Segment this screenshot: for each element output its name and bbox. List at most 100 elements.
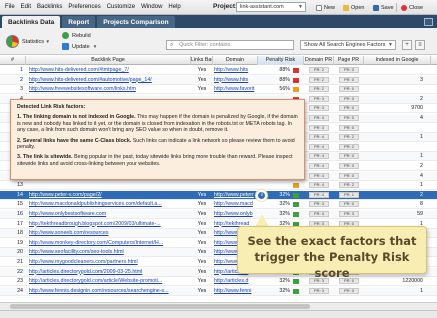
column-header-page-pr[interactable]: Page PR	[334, 56, 364, 65]
domain-pr-badge: PR: 4	[309, 172, 329, 179]
backlink-page-link[interactable]: http://tekthreadbrough.blogspot.com/2009…	[29, 220, 189, 229]
domain-pr-badge: PR: 3	[309, 105, 329, 112]
statistics-button[interactable]: Statistics ▼	[22, 39, 50, 45]
rebuild-icon	[62, 32, 69, 39]
add-factor-button[interactable]: +	[402, 40, 412, 50]
backlink-page-link[interactable]: http://articles.directorygold.com/2009-0…	[29, 268, 189, 277]
column-header-number[interactable]: #	[0, 56, 26, 65]
chevron-down-icon: ▼	[388, 42, 393, 48]
row-number: 2	[20, 76, 23, 83]
domain-pr-badge: PR: 4	[309, 153, 329, 160]
backlink-page-link[interactable]: http://www.hits-delivered.com/#tmtpage_7…	[29, 66, 189, 75]
statistics-label: Statistics	[22, 39, 45, 45]
indexed-in-google-value	[364, 143, 427, 152]
scrollbar-thumb[interactable]	[10, 304, 310, 309]
backlink-page-link[interactable]: http://www.freewebsitesoftware.com/links…	[29, 85, 189, 94]
domain-link[interactable]: http://www.hits	[214, 66, 256, 75]
backlink-page-link[interactable]: http://www.mygoodcleaners.com/partners.h…	[29, 258, 189, 267]
page-pr-badge: PR: 0	[339, 86, 359, 93]
table-row[interactable]: 14 http://www.peter-v.com/page/2/Yes http:…	[0, 190, 437, 200]
tab-report[interactable]: Report	[62, 16, 96, 28]
domain-link[interactable]	[214, 181, 256, 190]
folder-icon	[343, 4, 349, 11]
domain-pr-badge: PR: 4	[309, 143, 329, 150]
project-select-value: link-assistant.com	[240, 4, 284, 10]
row-number: 24	[17, 287, 23, 294]
backlink-page-link[interactable]: http://www.macdonaldpublishingservices.c…	[29, 200, 189, 209]
backlink-page-link[interactable]	[29, 181, 189, 190]
indexed-in-google-value: 1	[420, 134, 423, 141]
links-back-value: Yes	[197, 220, 207, 227]
table-row[interactable]: 24 http://www.fennis.designin.com/resourc…	[0, 286, 437, 296]
maximize-icon[interactable]	[424, 18, 433, 26]
domain-link[interactable]: http://www.favorit	[214, 85, 256, 94]
table-row[interactable]: 1 http://www.hits-delivered.com/#tmtpage_…	[0, 66, 437, 75]
column-header-indexed-in-google[interactable]: Indexed in Google	[364, 56, 431, 65]
risk-level-indicator	[293, 288, 299, 294]
update-button[interactable]: Update ▼	[62, 43, 97, 50]
row-number: 17	[17, 220, 23, 227]
rebuild-button[interactable]: Rebuild	[62, 32, 91, 39]
tab-bar: Backlinks Data Report Projects Compariso…	[0, 15, 437, 28]
domain-link[interactable]: http://www.peterr	[214, 191, 256, 200]
column-header-domain[interactable]: Domain	[213, 56, 258, 65]
table-row[interactable]: 15 http://www.macdonaldpublishingservices…	[0, 200, 437, 210]
menu-item-window[interactable]: Window	[138, 4, 165, 10]
risk-factor-1-title: 1. The linking domain is not indexed in …	[17, 114, 136, 121]
tab-backlinks-data[interactable]: Backlinks Data	[2, 16, 61, 28]
menu-item-backlinks[interactable]: Backlinks	[34, 4, 65, 10]
new-button[interactable]: New	[316, 3, 335, 12]
domain-link[interactable]: http://www.hits	[214, 76, 256, 85]
table-row[interactable]: 16 http://www.onlybestsoftware.com Yes http…	[0, 210, 437, 219]
risk-factor-3-title: 3. The link is sitewide.	[17, 154, 73, 161]
page-pr-badge: PR: 0	[339, 105, 359, 112]
chevron-down-icon: ▼	[45, 39, 51, 44]
links-back-value	[193, 181, 211, 190]
column-header-backlink-page[interactable]: Backlink Page	[26, 56, 191, 65]
column-header-penalty-risk[interactable]: Penalty Risk	[258, 56, 304, 65]
column-header-links-back[interactable]: Links Back	[191, 56, 213, 65]
menu-item-preferences[interactable]: Preferences	[65, 4, 103, 10]
menu-item-customize[interactable]: Customize	[104, 4, 138, 10]
backlink-page-link[interactable]: http://www.peter-v.com/page/2/	[29, 191, 189, 200]
backlink-page-link[interactable]: http://www.fennis.designin.com/resources…	[29, 287, 189, 296]
domain-link[interactable]: http://www.onlyb	[214, 210, 256, 219]
quick-filter-input[interactable]: ⌕ Quick Filter: contains	[166, 40, 294, 50]
backlink-page-link[interactable]: http://www.onlybestsoftware.com	[29, 210, 189, 219]
backlink-page-link[interactable]: http://www.seofacility.com/seo-tools.htm…	[29, 248, 189, 257]
callout-line-2: trigger the Penalty Risk score	[254, 250, 410, 280]
open-button[interactable]: Open	[343, 3, 364, 12]
domain-link[interactable]: http://www.fenni	[214, 287, 256, 296]
rebuild-label: Rebuild	[72, 32, 91, 39]
callout-line-1: See the exact factors that	[247, 234, 417, 248]
indexed-in-google-value	[364, 66, 427, 75]
save-button[interactable]: Save	[373, 3, 394, 12]
statistics-pie-icon[interactable]	[6, 35, 19, 48]
close-button[interactable]: Close	[401, 3, 423, 12]
backlink-page-link[interactable]: http://articles.directorygold.com/articl…	[29, 277, 189, 286]
menu-item-file[interactable]: File	[0, 4, 18, 10]
backlink-page-link[interactable]: http://www.hits-delivered.com/#automotiv…	[29, 76, 189, 85]
menu-item-edit[interactable]: Edit	[18, 4, 34, 10]
table-row[interactable]: 2 http://www.hits-delivered.com/#automoti…	[0, 75, 437, 85]
tab-projects-comparison[interactable]: Projects Comparison	[97, 16, 175, 28]
domain-link[interactable]: http://www.macd	[214, 200, 256, 209]
update-label: Update	[72, 43, 90, 50]
project-select[interactable]: link-assistant.com ▼	[236, 2, 306, 12]
page-pr-badge: PR: 0	[339, 163, 359, 169]
risk-level-indicator	[293, 183, 299, 189]
risk-level-indicator	[293, 202, 299, 208]
backlink-page-link[interactable]: http://www.monkey-directory.com/Computer…	[29, 239, 189, 248]
columns-settings-button[interactable]: ≡	[415, 40, 425, 50]
column-header-domain-pr[interactable]: Domain PR	[304, 56, 334, 65]
links-back-value: Yes	[197, 86, 207, 93]
domain-pr-badge: PR: 4	[309, 191, 329, 198]
page-pr-badge: PR: 0	[339, 124, 359, 131]
horizontal-scrollbar[interactable]	[0, 302, 437, 310]
menu-item-help[interactable]: Help	[165, 4, 183, 10]
backlink-page-link[interactable]: http://www.soneeb.com/resources	[29, 229, 189, 238]
search-engine-filter-select[interactable]: Show All Search Engines Factors ▼	[300, 40, 396, 50]
table-row[interactable]: 13 PR: 4 PR: 2 1	[0, 181, 437, 191]
table-row[interactable]: 3 http://www.freewebsitesoftware.com/link…	[0, 85, 437, 95]
links-back-value: Yes	[197, 278, 207, 285]
